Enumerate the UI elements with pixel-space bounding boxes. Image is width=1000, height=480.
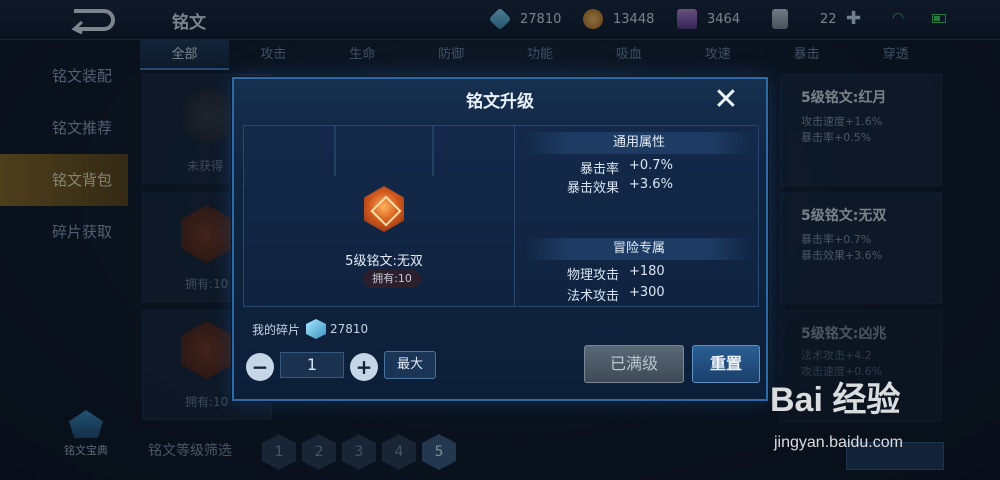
maxed-level-button[interactable]: 已满级 xyxy=(584,345,684,383)
fragments-balance: 我的碎片 27810 xyxy=(252,319,368,339)
quantity-input[interactable]: 1 xyxy=(280,352,344,378)
baidu-watermark: Bai 经验 jingyan.baidu.com xyxy=(768,372,988,462)
max-button[interactable]: 最大 xyxy=(384,351,436,379)
reset-button[interactable]: 重置 xyxy=(692,345,760,383)
watermark-url: jingyan.baidu.com xyxy=(774,434,903,451)
adventure-attributes-header: 冒险专属 xyxy=(525,238,753,260)
general-attributes-header: 通用属性 xyxy=(525,132,753,154)
inscription-preview: 5级铭文:无双 拥有:10 xyxy=(244,126,514,306)
fragment-crystal-icon xyxy=(306,319,327,339)
modal-title: 铭文升级 xyxy=(466,92,534,112)
plus-icon: + xyxy=(355,355,373,379)
fragments-value: 27810 xyxy=(330,322,369,336)
decrease-button[interactable]: − xyxy=(246,353,274,381)
close-button[interactable]: ✕ xyxy=(710,85,742,117)
inscription-name: 5级铭文:无双 xyxy=(345,254,423,269)
inscription-medal-icon xyxy=(364,186,404,232)
owned-count: 拥有:10 xyxy=(363,270,421,288)
increase-button[interactable]: + xyxy=(350,353,378,381)
upgrade-modal: 铭文升级 ✕ 5级铭文:无双 拥有:10 通用属性 暴击率 +0.7% 暴击效果… xyxy=(232,77,768,401)
emblem-decoration xyxy=(334,126,434,176)
inscription-detail-panel: 5级铭文:无双 拥有:10 通用属性 暴击率 +0.7% 暴击效果 +3.6% … xyxy=(243,125,759,307)
stats-pane: 通用属性 暴击率 +0.7% 暴击效果 +3.6% 冒险专属 物理攻击 +180… xyxy=(515,126,760,306)
close-icon: ✕ xyxy=(713,82,739,117)
fragments-label: 我的碎片 xyxy=(252,322,301,337)
minus-icon: − xyxy=(251,355,269,379)
watermark-logo: Bai 经验 xyxy=(770,381,901,419)
